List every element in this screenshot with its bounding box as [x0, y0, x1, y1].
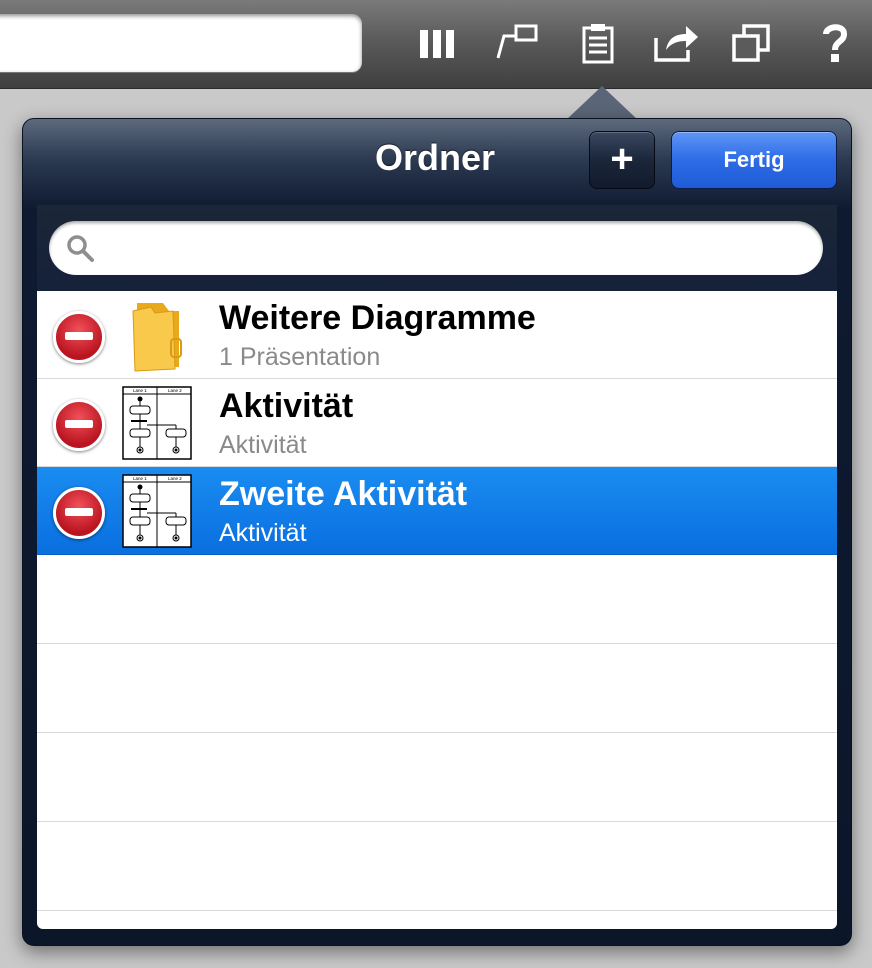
list-item[interactable]: Lane 1 Lane 2: [37, 467, 837, 555]
item-subtitle: Aktivität: [219, 431, 307, 459]
search-input[interactable]: [105, 221, 803, 277]
folder-list: Weitere Diagramme 1 Präsentation Lane 1 …: [37, 291, 837, 929]
list-item[interactable]: Weitere Diagramme 1 Präsentation: [37, 291, 837, 379]
delete-icon[interactable]: [53, 399, 105, 451]
popover-title: Ordner: [374, 137, 496, 178]
top-toolbar: [0, 0, 872, 89]
help-icon[interactable]: [812, 22, 858, 64]
folder-popover: Ordner + Fertig Weitere Diagramme 1 Präs…: [22, 118, 852, 946]
lane-label: Lane 2: [168, 388, 182, 393]
list-item[interactable]: Lane 1 Lane 2: [37, 379, 837, 467]
folder-icon: [121, 297, 193, 373]
flag-icon[interactable]: [494, 22, 540, 64]
share-icon[interactable]: [652, 22, 698, 64]
empty-row: [37, 644, 837, 733]
popover-arrow: [566, 86, 638, 120]
empty-row: [37, 555, 837, 644]
lane-label: Lane 2: [168, 476, 182, 481]
duplicate-icon[interactable]: [728, 22, 774, 64]
activity-diagram-thumbnail: Lane 1 Lane 2: [121, 473, 193, 549]
toolbar-text-field[interactable]: [0, 14, 362, 72]
search-icon: [65, 233, 95, 263]
item-subtitle: Aktivität: [219, 519, 307, 547]
delete-icon[interactable]: [53, 487, 105, 539]
done-button[interactable]: Fertig: [671, 131, 837, 189]
columns-icon[interactable]: [416, 22, 462, 64]
empty-row: [37, 733, 837, 822]
add-button[interactable]: +: [589, 131, 655, 189]
search-bar: [37, 205, 837, 291]
item-title: Aktivität: [219, 387, 354, 425]
lane-label: Lane 1: [133, 476, 147, 481]
search-field[interactable]: [49, 221, 823, 277]
empty-row: [37, 822, 837, 911]
item-title: Zweite Aktivität: [219, 475, 468, 513]
item-title: Weitere Diagramme: [219, 299, 536, 337]
delete-icon[interactable]: [53, 311, 105, 363]
lane-label: Lane 1: [133, 388, 147, 393]
item-subtitle: 1 Präsentation: [219, 343, 381, 371]
activity-diagram-thumbnail: Lane 1 Lane 2: [121, 385, 193, 461]
document-list-icon[interactable]: [576, 22, 622, 64]
